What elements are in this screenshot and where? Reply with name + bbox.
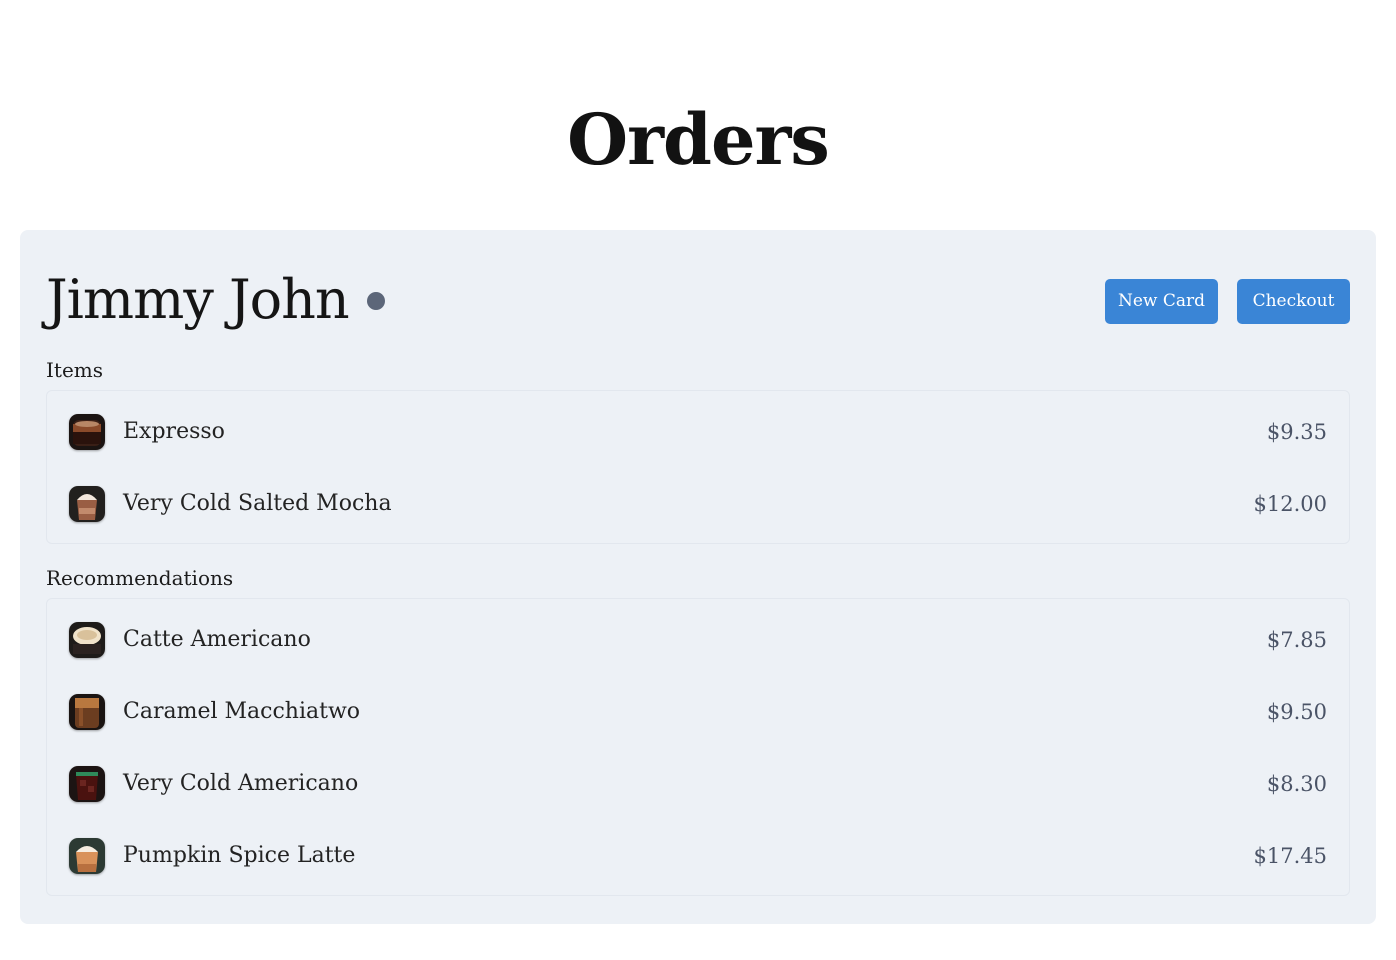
page-title: Orders xyxy=(567,98,830,181)
list-item[interactable]: Very Cold Salted Mocha $12.00 xyxy=(47,468,1349,540)
list-item[interactable]: Pumpkin Spice Latte $17.45 xyxy=(47,820,1349,892)
list-item[interactable]: Expresso $9.35 xyxy=(47,396,1349,468)
item-price: $8.30 xyxy=(1266,772,1327,796)
item-price: $9.50 xyxy=(1266,700,1327,724)
espresso-cup-icon xyxy=(69,414,105,450)
item-price: $9.35 xyxy=(1266,420,1327,444)
recommendations-section-label: Recommendations xyxy=(46,566,234,590)
checkout-button[interactable]: Checkout xyxy=(1237,279,1350,324)
list-item[interactable]: Caramel Macchiatwo $9.50 xyxy=(47,676,1349,748)
new-card-button[interactable]: New Card xyxy=(1105,279,1218,324)
list-item[interactable]: Catte Americano $7.85 xyxy=(47,604,1349,676)
item-price: $17.45 xyxy=(1253,844,1327,868)
iced-mocha-icon xyxy=(69,486,105,522)
item-name: Very Cold Americano xyxy=(123,771,359,796)
item-name: Pumpkin Spice Latte xyxy=(123,843,356,868)
list-item[interactable]: Very Cold Americano $8.30 xyxy=(47,748,1349,820)
item-name: Very Cold Salted Mocha xyxy=(123,491,392,516)
latte-cup-icon xyxy=(69,622,105,658)
items-list: Expresso $9.35 Very Cold Salted Mocha $1… xyxy=(46,390,1350,544)
order-card: Jimmy John New Card Checkout Items Expre… xyxy=(20,230,1376,924)
order-header: Jimmy John New Card Checkout xyxy=(46,268,1350,332)
iced-americano-icon xyxy=(69,766,105,802)
pumpkin-latte-icon xyxy=(69,838,105,874)
item-name: Catte Americano xyxy=(123,627,311,652)
customer-name: Jimmy John xyxy=(46,268,350,331)
item-price: $7.85 xyxy=(1266,628,1327,652)
status-dot-icon xyxy=(367,292,385,310)
item-name: Expresso xyxy=(123,419,225,444)
recommendations-list: Catte Americano $7.85 Caramel Macchiatwo… xyxy=(46,598,1350,896)
macchiato-cup-icon xyxy=(69,694,105,730)
item-price: $12.00 xyxy=(1253,492,1327,516)
items-section-label: Items xyxy=(46,358,104,382)
item-name: Caramel Macchiatwo xyxy=(123,699,361,724)
